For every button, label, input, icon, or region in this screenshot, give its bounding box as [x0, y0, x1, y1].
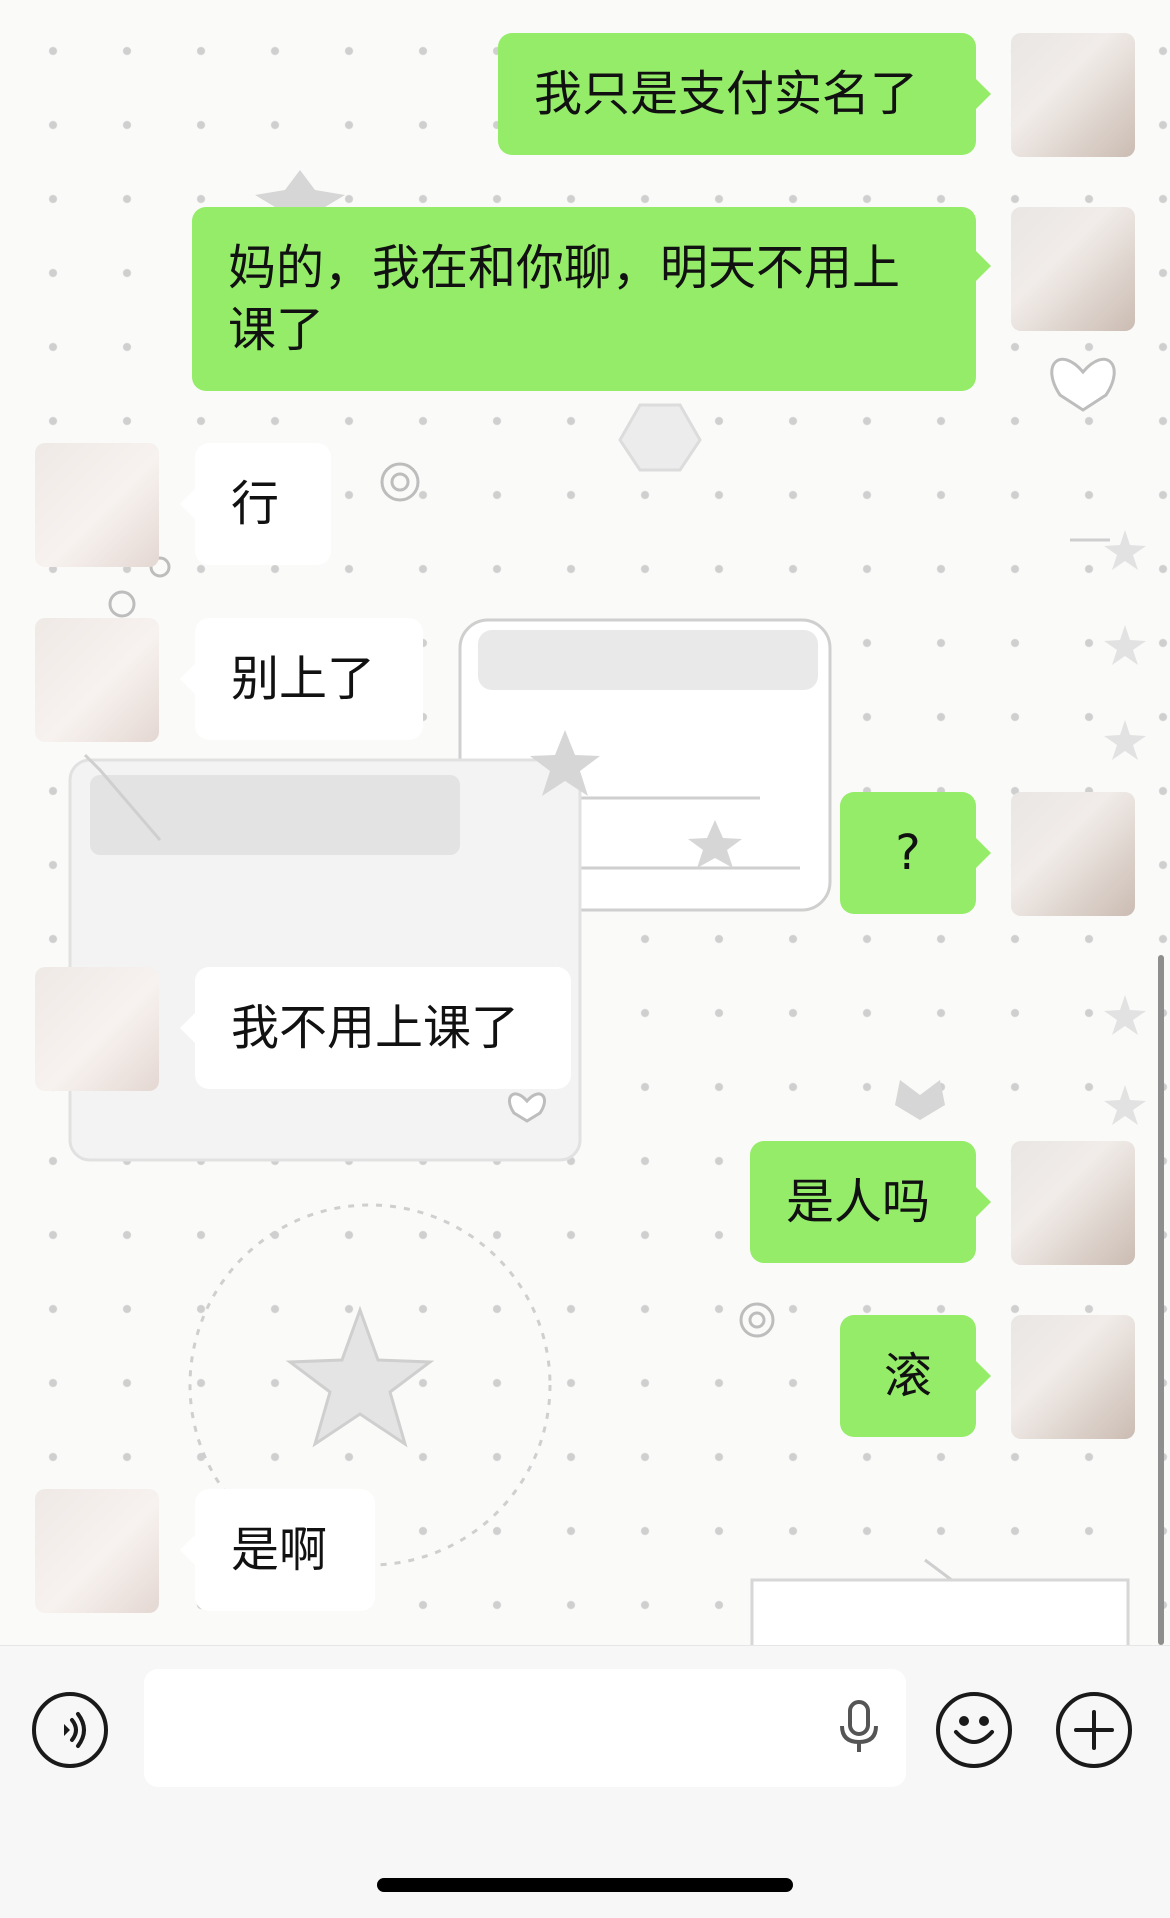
scrollbar[interactable]	[1158, 955, 1164, 1645]
avatar-contact[interactable]	[35, 1489, 159, 1613]
message-bubble[interactable]: 行	[195, 443, 331, 565]
avatar-contact[interactable]	[35, 618, 159, 742]
avatar-contact[interactable]	[35, 443, 159, 567]
chat-area[interactable]: 我只是支付实名了 妈的，我在和你聊，明天不用上课了 行 别上了 ? 我不用上课了…	[0, 0, 1170, 1645]
bubble-tail	[975, 837, 991, 869]
smiley-icon	[954, 1716, 994, 1744]
bubble-tail	[975, 1360, 991, 1392]
message-bubble[interactable]: 我只是支付实名了	[498, 33, 976, 155]
message-bubble[interactable]: 是啊	[195, 1489, 375, 1611]
avatar-contact[interactable]	[35, 967, 159, 1091]
home-indicator[interactable]	[377, 1878, 793, 1892]
bubble-tail	[180, 1012, 196, 1044]
message-text: 别上了	[231, 651, 376, 707]
message-bubble[interactable]: 是人吗	[750, 1141, 976, 1263]
emoji-button[interactable]	[936, 1692, 1012, 1768]
message-text: 是人吗	[786, 1174, 931, 1230]
message-bubble[interactable]: ?	[840, 792, 976, 914]
avatar-self[interactable]	[1011, 792, 1135, 916]
avatar-self[interactable]	[1011, 1315, 1135, 1439]
bubble-tail	[180, 663, 196, 695]
bubble-tail	[975, 250, 991, 282]
message-text: 是啊	[231, 1522, 328, 1578]
bubble-tail	[180, 488, 196, 520]
avatar-self[interactable]	[1011, 33, 1135, 157]
add-more-button[interactable]	[1056, 1692, 1132, 1768]
microphone-icon[interactable]	[836, 1698, 882, 1758]
plus-icon	[1074, 1710, 1114, 1750]
avatar-self[interactable]	[1011, 207, 1135, 331]
voice-toggle-button[interactable]	[32, 1692, 108, 1768]
message-input[interactable]	[144, 1669, 906, 1787]
message-text: 妈的，我在和你聊，明天不用上课了	[228, 240, 901, 358]
message-text: ?	[895, 825, 921, 881]
avatar-self[interactable]	[1011, 1141, 1135, 1265]
message-bubble[interactable]: 别上了	[195, 618, 423, 740]
message-bubble[interactable]: 妈的，我在和你聊，明天不用上课了	[192, 207, 976, 391]
message-text: 我不用上课了	[231, 1000, 520, 1056]
message-text: 行	[231, 476, 280, 532]
bubble-tail	[180, 1534, 196, 1566]
message-bubble[interactable]: 滚	[840, 1315, 976, 1437]
message-text: 滚	[883, 1348, 932, 1404]
bubble-tail	[975, 78, 991, 110]
voice-wave-icon	[64, 1712, 86, 1748]
bubble-tail	[975, 1186, 991, 1218]
message-bubble[interactable]: 我不用上课了	[195, 967, 571, 1089]
message-text: 我只是支付实名了	[534, 66, 919, 122]
